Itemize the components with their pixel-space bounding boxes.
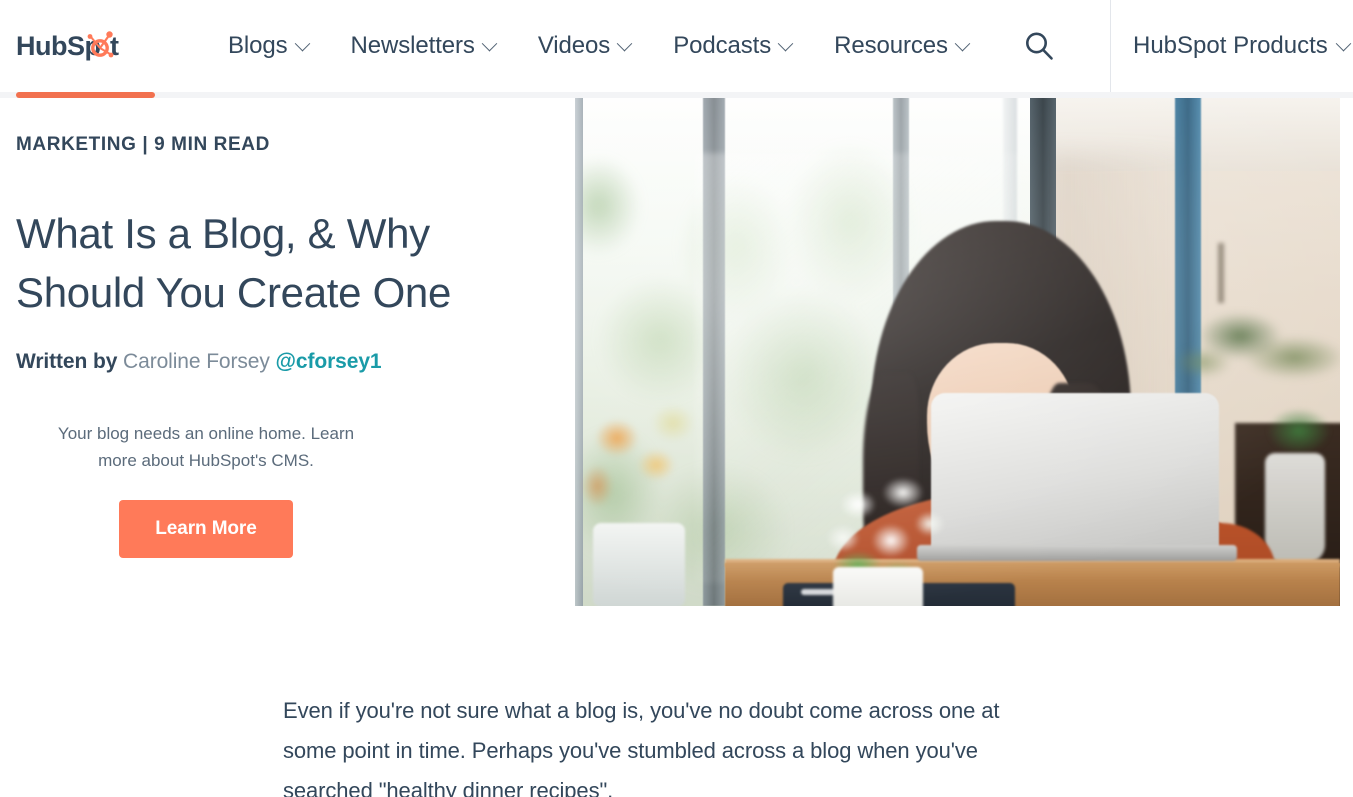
byline-author: Caroline Forsey [123, 350, 270, 373]
hubspot-logo[interactable]: HubSp t [16, 26, 136, 66]
hero-light-haze [575, 93, 1340, 606]
article-hero: MARKETING | 9 MIN READ What Is a Blog, &… [0, 93, 1353, 613]
chevron-down-icon [481, 35, 498, 51]
byline: Written by Caroline Forsey @cforsey1 [16, 350, 556, 374]
nav-item-newsletters[interactable]: Newsletters [350, 22, 498, 70]
hubspot-products-menu[interactable]: HubSpot Products [1133, 32, 1352, 60]
chevron-down-icon [954, 35, 971, 51]
inline-cta: Your blog needs an online home. Learn mo… [16, 420, 396, 558]
reading-progress-track [0, 92, 1353, 98]
nav-item-resources[interactable]: Resources [834, 22, 971, 70]
page-root: HubSp t Blogs Newsletters Videos Podcast… [0, 0, 1353, 797]
hero-text-column: MARKETING | 9 MIN READ What Is a Blog, &… [16, 93, 556, 558]
nav-item-podcasts[interactable]: Podcasts [673, 22, 794, 70]
hero-image [575, 93, 1340, 606]
cta-text: Your blog needs an online home. Learn mo… [57, 424, 355, 470]
chevron-down-icon [1335, 35, 1352, 51]
byline-handle-link[interactable]: @cforsey1 [276, 350, 382, 373]
nav-item-label: Videos [537, 32, 611, 59]
site-header: HubSp t Blogs Newsletters Videos Podcast… [0, 0, 1353, 93]
learn-more-button[interactable]: Learn More [119, 500, 293, 558]
nav-item-label: Podcasts [673, 32, 772, 59]
chevron-down-icon [616, 35, 633, 51]
page-title: What Is a Blog, & Why Should You Create … [16, 210, 452, 316]
nav-item-blogs[interactable]: Blogs [228, 22, 310, 70]
search-button[interactable] [1013, 20, 1065, 72]
hubspot-logo-svg: HubSp t [16, 31, 120, 61]
hubspot-products-label: HubSpot Products [1133, 32, 1328, 59]
search-icon [1025, 32, 1053, 60]
nav-item-label: Newsletters [350, 32, 475, 59]
article-body: Even if you're not sure what a blog is, … [0, 613, 1353, 797]
nav-item-label: Resources [834, 32, 948, 59]
body-paragraph: Even if you're not sure what a blog is, … [283, 698, 1000, 797]
header-divider [1110, 0, 1111, 93]
byline-prefix: Written by [16, 350, 118, 373]
article-eyebrow: MARKETING | 9 MIN READ [16, 134, 270, 155]
main-navigation: Blogs Newsletters Videos Podcasts Resour… [228, 22, 1011, 70]
chevron-down-icon [777, 35, 794, 51]
nav-item-videos[interactable]: Videos [537, 22, 633, 70]
chevron-down-icon [294, 35, 310, 51]
reading-progress-fill [16, 92, 155, 98]
nav-item-label: Blogs [228, 32, 288, 59]
